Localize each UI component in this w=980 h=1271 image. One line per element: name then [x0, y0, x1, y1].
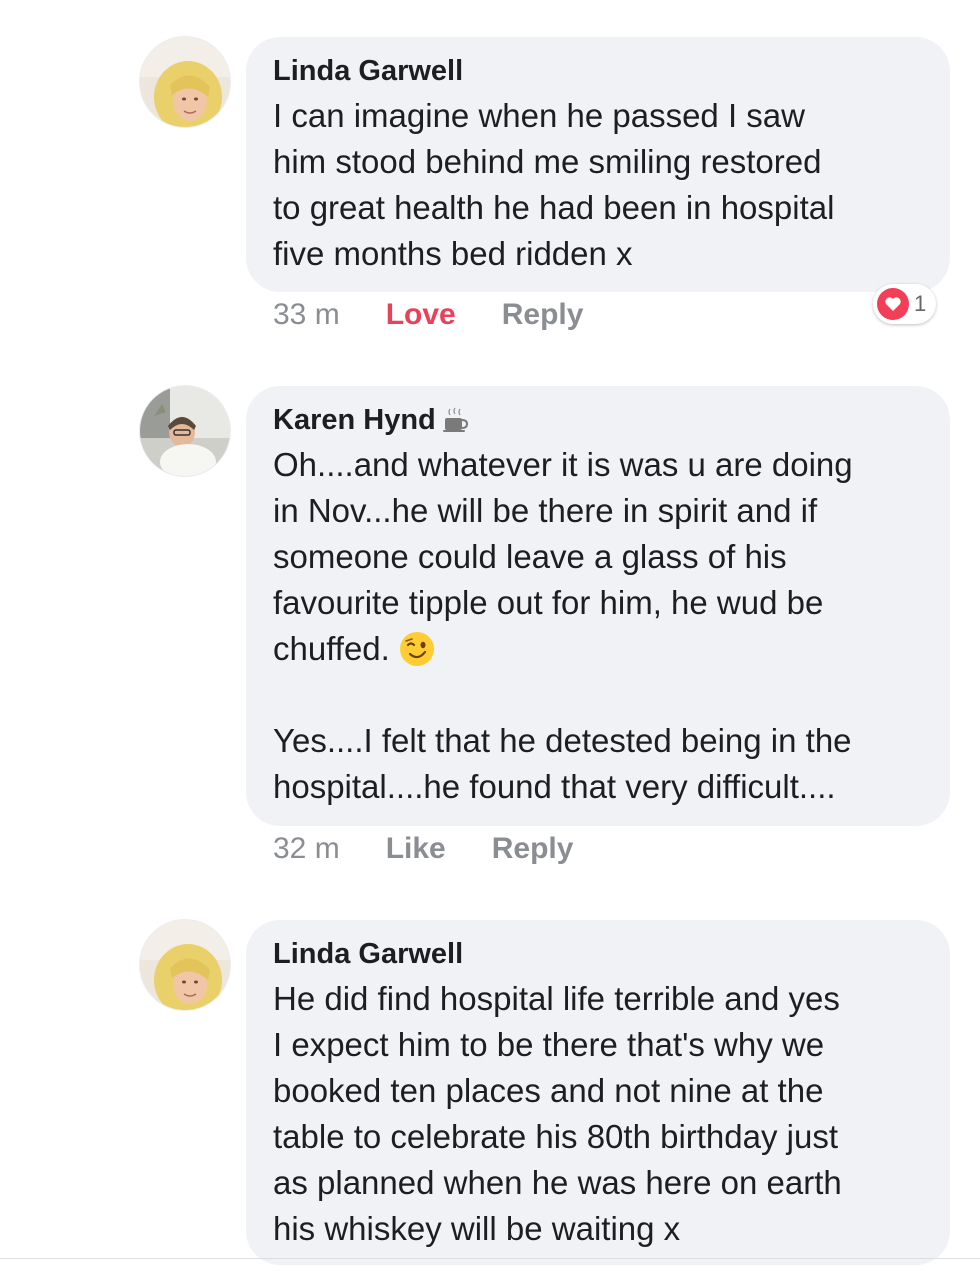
reply-button[interactable]: Reply — [502, 298, 584, 332]
comment-author[interactable]: Linda Garwell — [273, 53, 926, 89]
comment-bubble: Linda Garwell He did find hospital life … — [246, 920, 950, 1265]
avatar-linda-garwell[interactable] — [140, 37, 230, 127]
comment-author[interactable]: Karen Hynd — [273, 402, 926, 438]
profile-photo-icon — [140, 386, 230, 476]
like-button[interactable]: Like — [386, 832, 446, 866]
bottom-divider — [0, 1258, 980, 1259]
profile-photo-icon — [140, 37, 230, 127]
comment-timestamp[interactable]: 32 m — [273, 832, 340, 866]
comment-bubble: Linda Garwell I can imagine when he pass… — [246, 37, 950, 292]
comment-bubble: Karen Hynd Oh....and whatever it is was … — [246, 386, 950, 826]
profile-photo-icon — [140, 920, 230, 1010]
reaction-summary[interactable]: 1 — [873, 284, 937, 324]
comment-author-name: Karen Hynd — [273, 404, 436, 436]
comment-text-part1: Oh....and whatever it is was u are doing… — [273, 446, 853, 667]
avatar-karen-hynd[interactable] — [140, 386, 230, 476]
comment-actions: 32 m Like Reply — [273, 832, 573, 866]
comment-timestamp[interactable]: 33 m — [273, 298, 340, 332]
love-button[interactable]: Love — [386, 298, 456, 332]
comment-actions: 33 m Love Reply — [273, 298, 583, 332]
heart-icon — [877, 288, 909, 320]
comment-author[interactable]: Linda Garwell — [273, 936, 926, 972]
reply-button[interactable]: Reply — [492, 832, 574, 866]
comment-text-second-paragraph: Yes....I felt that he detested being in … — [273, 722, 852, 805]
reaction-count: 1 — [914, 291, 927, 316]
comment-text: Oh....and whatever it is was u are doing… — [273, 442, 926, 672]
coffee-cup-icon — [440, 405, 470, 435]
winking-face-icon — [398, 630, 436, 668]
avatar-linda-garwell[interactable] — [140, 920, 230, 1010]
comment-text: I can imagine when he passed I saw him s… — [273, 97, 835, 272]
comment-text: He did find hospital life terrible and y… — [273, 980, 842, 1247]
